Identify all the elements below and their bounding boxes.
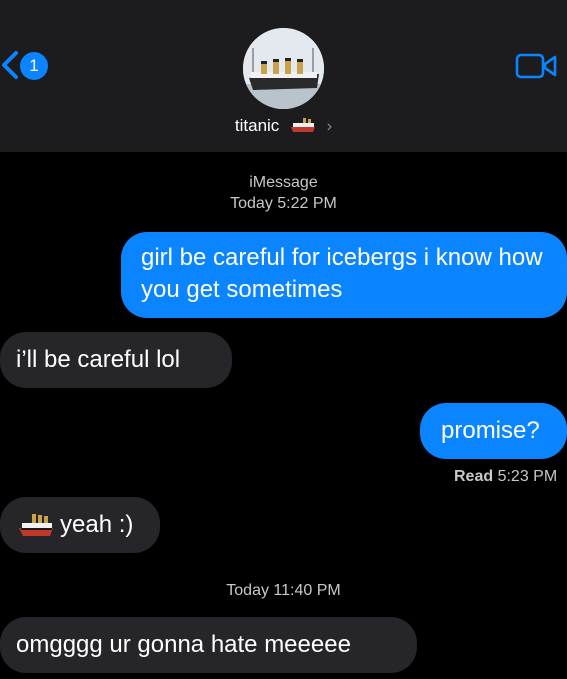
chevron-right-icon: › [326,118,333,135]
message-text: promise? [441,417,540,444]
read-label: Read [454,468,494,485]
message-text: yeah :) [60,511,134,538]
conversation-header: 1 titanic › [0,0,567,152]
timestamp-time: 11:40 PM [273,582,341,599]
message-bubble-received[interactable]: i’ll be careful lol [0,332,232,388]
contact-name-row[interactable]: titanic › [0,116,567,136]
read-receipt: Read 5:23 PM [454,468,557,486]
facetime-video-icon[interactable] [515,52,557,80]
message-bubble-received[interactable]: omgggg ur gonna hate meeeee [0,617,417,673]
message-bubble-sent[interactable]: girl be careful for icebergs i know how … [121,232,567,318]
timestamp-day: Today [230,195,273,212]
contact-avatar[interactable] [243,28,324,109]
unread-count-badge: 1 [20,52,48,80]
message-text: girl be careful for icebergs i know how … [141,244,543,303]
ship-emoji-icon [19,514,53,536]
back-button[interactable]: 1 [0,50,48,80]
timestamp-1: Today 5:22 PM [0,195,567,213]
timestamp-time: 5:22 PM [277,195,337,212]
message-text: i’ll be careful lol [16,346,181,373]
read-time: 5:23 PM [497,468,558,485]
contact-name: titanic [234,116,280,135]
chevron-left-icon [2,51,18,79]
service-label: iMessage [249,174,318,191]
timestamp-day: Today [226,582,269,599]
timestamp-2: Today 11:40 PM [0,582,567,600]
message-text: omgggg ur gonna hate meeeee [16,631,351,658]
message-bubble-sent[interactable]: promise? [420,403,567,459]
titanic-photo-icon [243,28,324,109]
message-bubble-received[interactable]: yeah :) [0,497,160,553]
ship-emoji-icon [291,118,316,132]
